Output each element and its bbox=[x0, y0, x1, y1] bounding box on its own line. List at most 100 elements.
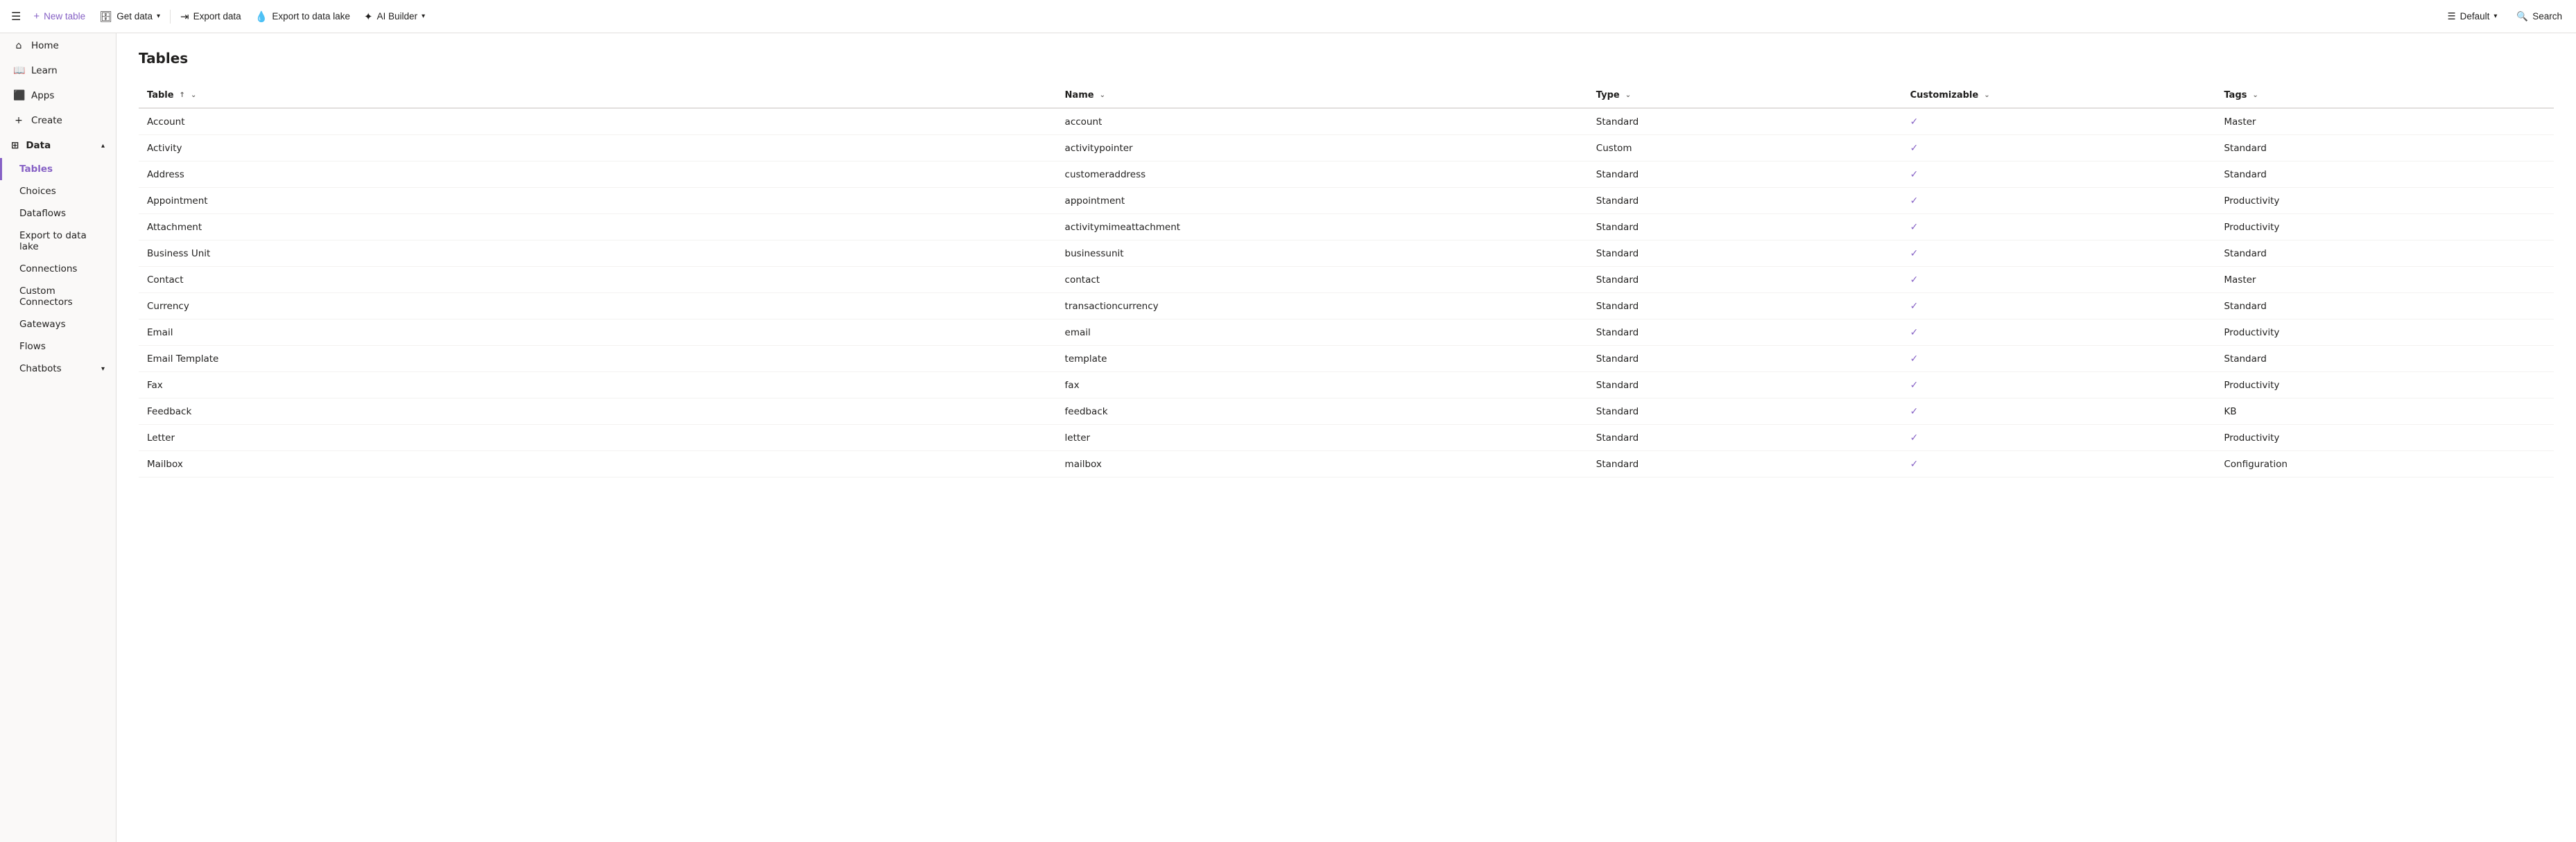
sidebar-item-tables[interactable]: Tables bbox=[0, 158, 116, 180]
sidebar-item-create[interactable]: + Create bbox=[0, 108, 116, 133]
col-name-label: Name bbox=[1065, 90, 1094, 100]
cell-tags-3: Productivity bbox=[2215, 188, 2554, 214]
cell-customizable-2: ✓ bbox=[1902, 161, 2216, 188]
check-mark: ✓ bbox=[1910, 274, 1919, 286]
cell-tags-11: KB bbox=[2215, 398, 2554, 425]
name-sort-icon: ⌄ bbox=[1100, 91, 1105, 99]
sidebar-item-home[interactable]: ⌂ Home bbox=[0, 33, 116, 58]
cell-name-3: appointment bbox=[1057, 188, 1588, 214]
ai-builder-label: AI Builder bbox=[377, 11, 418, 21]
sidebar-item-flows[interactable]: Flows bbox=[0, 335, 116, 358]
check-mark: ✓ bbox=[1910, 301, 1919, 312]
col-type-label: Type bbox=[1596, 90, 1620, 100]
cell-table-8: Email ··· bbox=[139, 319, 1057, 346]
cell-name-12: letter bbox=[1057, 425, 1588, 451]
check-mark: ✓ bbox=[1910, 222, 1919, 233]
sidebar-item-custom-connectors-label: Custom Connectors bbox=[19, 286, 105, 308]
table-row: Email Template ··· template Standard ✓ S… bbox=[139, 346, 2554, 372]
list-icon: ☰ bbox=[2447, 11, 2455, 22]
search-icon: 🔍 bbox=[2516, 11, 2528, 22]
new-table-label: New table bbox=[44, 11, 85, 21]
export-lake-button[interactable]: 💧 Export to data lake bbox=[248, 6, 357, 27]
sidebar-item-gateways-label: Gateways bbox=[19, 319, 66, 330]
check-mark: ✓ bbox=[1910, 432, 1919, 444]
table-row: Address ··· customeraddress Standard ✓ S… bbox=[139, 161, 2554, 188]
sidebar-item-export-lake-label: Export to data lake bbox=[19, 230, 105, 252]
cell-customizable-6: ✓ bbox=[1902, 267, 2216, 293]
search-label: Search bbox=[2532, 11, 2562, 21]
col-header-name[interactable]: Name ⌄ bbox=[1057, 83, 1588, 108]
home-icon: ⌂ bbox=[13, 40, 24, 51]
default-chevron-icon: ▾ bbox=[2493, 12, 2497, 20]
table-row: Attachment ··· activitymimeattachment St… bbox=[139, 214, 2554, 240]
cell-customizable-12: ✓ bbox=[1902, 425, 2216, 451]
export-data-button[interactable]: ⇥ Export data bbox=[173, 6, 248, 27]
ai-chevron-icon: ▾ bbox=[422, 12, 425, 20]
learn-icon: 📖 bbox=[13, 65, 24, 76]
ai-builder-button[interactable]: ✦ AI Builder ▾ bbox=[357, 6, 432, 27]
ai-icon: ✦ bbox=[364, 10, 373, 23]
sidebar-item-learn-label: Learn bbox=[31, 65, 58, 76]
cell-name-8: email bbox=[1057, 319, 1588, 346]
cell-customizable-5: ✓ bbox=[1902, 240, 2216, 267]
sidebar-item-learn[interactable]: 📖 Learn bbox=[0, 58, 116, 83]
sidebar-item-data-label: Data bbox=[26, 140, 51, 151]
cell-type-11: Standard bbox=[1588, 398, 1902, 425]
cell-table-1: Activity ··· bbox=[139, 135, 1057, 161]
sort-toggle-icon: ⌄ bbox=[191, 91, 196, 99]
hamburger-button[interactable]: ☰ bbox=[6, 4, 26, 29]
cell-table-6: Contact ··· bbox=[139, 267, 1057, 293]
cell-table-11: Feedback ··· bbox=[139, 398, 1057, 425]
table-row: Contact ··· contact Standard ✓ Master bbox=[139, 267, 2554, 293]
sidebar: ⌂ Home 📖 Learn ⬛ Apps + Create ⊞ Data ▴ … bbox=[0, 33, 116, 842]
cell-table-7: Currency ··· bbox=[139, 293, 1057, 319]
sidebar-item-apps[interactable]: ⬛ Apps bbox=[0, 83, 116, 108]
check-mark: ✓ bbox=[1910, 327, 1919, 338]
cell-table-9: Email Template ··· bbox=[139, 346, 1057, 372]
cell-customizable-1: ✓ bbox=[1902, 135, 2216, 161]
cell-type-8: Standard bbox=[1588, 319, 1902, 346]
new-table-button[interactable]: + New table bbox=[26, 6, 92, 26]
cell-customizable-11: ✓ bbox=[1902, 398, 2216, 425]
get-data-button[interactable]: 🗄 Get data ▾ bbox=[92, 6, 167, 27]
cell-name-11: feedback bbox=[1057, 398, 1588, 425]
sidebar-item-tables-label: Tables bbox=[19, 164, 53, 175]
sidebar-item-chatbots[interactable]: Chatbots ▾ bbox=[0, 358, 116, 380]
default-button[interactable]: ☰ Default ▾ bbox=[2439, 7, 2505, 26]
sidebar-item-dataflows[interactable]: Dataflows bbox=[0, 202, 116, 225]
cell-tags-9: Standard bbox=[2215, 346, 2554, 372]
check-mark: ✓ bbox=[1910, 353, 1919, 365]
col-header-tags[interactable]: Tags ⌄ bbox=[2215, 83, 2554, 108]
cell-name-4: activitymimeattachment bbox=[1057, 214, 1588, 240]
sidebar-item-custom-connectors[interactable]: Custom Connectors bbox=[0, 280, 116, 313]
cell-tags-7: Standard bbox=[2215, 293, 2554, 319]
cell-customizable-7: ✓ bbox=[1902, 293, 2216, 319]
cell-type-1: Custom bbox=[1588, 135, 1902, 161]
sidebar-item-gateways[interactable]: Gateways bbox=[0, 313, 116, 335]
sidebar-item-dataflows-label: Dataflows bbox=[19, 208, 66, 219]
search-button[interactable]: 🔍 Search bbox=[2508, 7, 2570, 26]
main-layout: ⌂ Home 📖 Learn ⬛ Apps + Create ⊞ Data ▴ … bbox=[0, 33, 2576, 842]
col-header-customizable[interactable]: Customizable ⌄ bbox=[1902, 83, 2216, 108]
sidebar-item-connections[interactable]: Connections bbox=[0, 258, 116, 280]
toolbar-divider-1 bbox=[170, 10, 171, 24]
sidebar-item-data[interactable]: ⊞ Data ▴ bbox=[0, 133, 116, 158]
table-row: Email ··· email Standard ✓ Productivity bbox=[139, 319, 2554, 346]
cell-tags-1: Standard bbox=[2215, 135, 2554, 161]
sort-asc-icon: ↑ bbox=[180, 91, 185, 99]
cell-table-0: Account ··· bbox=[139, 108, 1057, 135]
cell-name-9: template bbox=[1057, 346, 1588, 372]
database-icon: 🗄 bbox=[99, 10, 112, 23]
sidebar-item-choices[interactable]: Choices bbox=[0, 180, 116, 202]
plus-icon: + bbox=[33, 10, 40, 22]
col-header-table[interactable]: Table ↑ ⌄ bbox=[139, 83, 1057, 108]
main-content: Tables Table ↑ ⌄ Name ⌄ bbox=[116, 33, 2576, 842]
page-title: Tables bbox=[139, 50, 2554, 67]
col-header-type[interactable]: Type ⌄ bbox=[1588, 83, 1902, 108]
cell-customizable-3: ✓ bbox=[1902, 188, 2216, 214]
sidebar-item-export-lake[interactable]: Export to data lake bbox=[0, 225, 116, 258]
cell-type-2: Standard bbox=[1588, 161, 1902, 188]
cell-type-9: Standard bbox=[1588, 346, 1902, 372]
tables-table: Table ↑ ⌄ Name ⌄ Type bbox=[139, 83, 2554, 477]
cell-table-4: Attachment ··· bbox=[139, 214, 1057, 240]
